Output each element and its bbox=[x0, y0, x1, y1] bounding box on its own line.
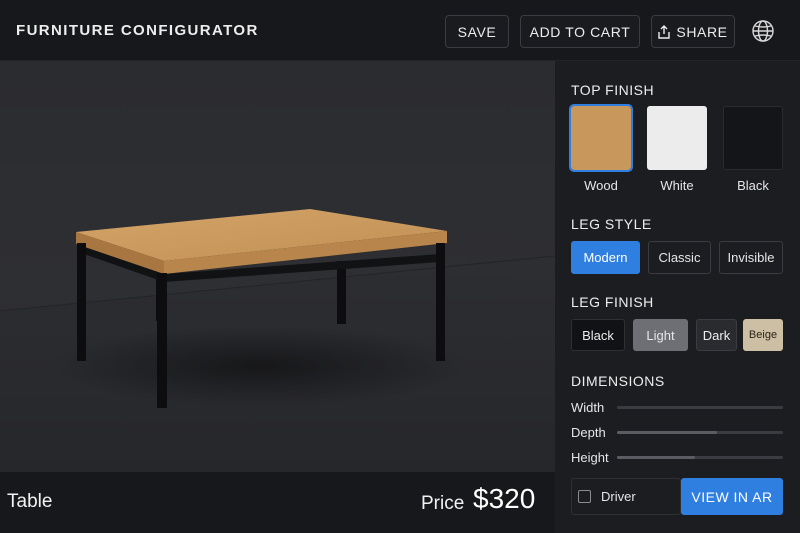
leg-finish-light[interactable]: Light bbox=[633, 319, 688, 351]
top-bar: FURNITURE CONFIGURATOR SAVE ADD TO CART … bbox=[0, 0, 800, 61]
app-title: FURNITURE CONFIGURATOR bbox=[16, 22, 259, 39]
swatch-label-black: Black bbox=[737, 178, 769, 193]
front-right-leg bbox=[436, 243, 445, 361]
product-info-bar: Table Price $320 bbox=[0, 472, 555, 533]
configuration-panel: TOP FINISH Wood White Black LEG STYLE Mo… bbox=[555, 61, 800, 533]
swatch-wood[interactable] bbox=[569, 104, 633, 172]
leg-style-invisible[interactable]: Invisible bbox=[719, 241, 783, 274]
leg-style-title: LEG STYLE bbox=[571, 216, 652, 232]
width-slider[interactable] bbox=[617, 406, 783, 409]
leg-finish-title: LEG FINISH bbox=[571, 294, 654, 310]
table-render bbox=[0, 209, 555, 472]
driver-checkbox[interactable] bbox=[578, 490, 591, 503]
height-label: Height bbox=[571, 450, 609, 465]
dimensions-title: DIMENSIONS bbox=[571, 373, 665, 389]
front-center-leg bbox=[157, 273, 167, 408]
depth-label: Depth bbox=[571, 425, 606, 440]
view-in-ar-button[interactable]: VIEW IN AR bbox=[681, 478, 783, 515]
height-slider[interactable] bbox=[617, 456, 783, 459]
share-label: SHARE bbox=[676, 23, 728, 40]
price-label: Price bbox=[421, 493, 465, 514]
leg-finish-beige[interactable]: Beige bbox=[743, 319, 783, 351]
swatch-label-wood: Wood bbox=[584, 178, 618, 193]
product-3d-viewport[interactable] bbox=[0, 61, 555, 472]
add-to-cart-button[interactable]: ADD TO CART bbox=[520, 15, 640, 48]
swatch-label-white: White bbox=[660, 178, 694, 193]
share-icon bbox=[658, 24, 671, 39]
product-name: Table bbox=[7, 491, 53, 512]
width-label: Width bbox=[571, 400, 605, 415]
globe-icon[interactable] bbox=[751, 19, 775, 43]
top-finish-title: TOP FINISH bbox=[571, 82, 655, 98]
depth-slider-fill bbox=[617, 431, 717, 434]
front-left-leg bbox=[77, 243, 86, 361]
driver-label: Driver bbox=[601, 489, 636, 504]
leg-style-classic[interactable]: Classic bbox=[648, 241, 711, 274]
share-button[interactable]: SHARE bbox=[651, 15, 735, 48]
save-button[interactable]: SAVE bbox=[445, 15, 509, 48]
leg-finish-dark[interactable]: Dark bbox=[696, 319, 737, 351]
leg-finish-black[interactable]: Black bbox=[571, 319, 625, 351]
swatch-white[interactable] bbox=[647, 106, 707, 170]
depth-slider[interactable] bbox=[617, 431, 783, 434]
leg-style-modern[interactable]: Modern bbox=[571, 241, 640, 274]
driver-toggle[interactable]: Driver bbox=[571, 478, 681, 515]
price-value: $320 bbox=[473, 483, 536, 514]
height-slider-fill bbox=[617, 456, 696, 459]
swatch-black[interactable] bbox=[723, 106, 783, 170]
back-right-leg bbox=[337, 261, 346, 324]
